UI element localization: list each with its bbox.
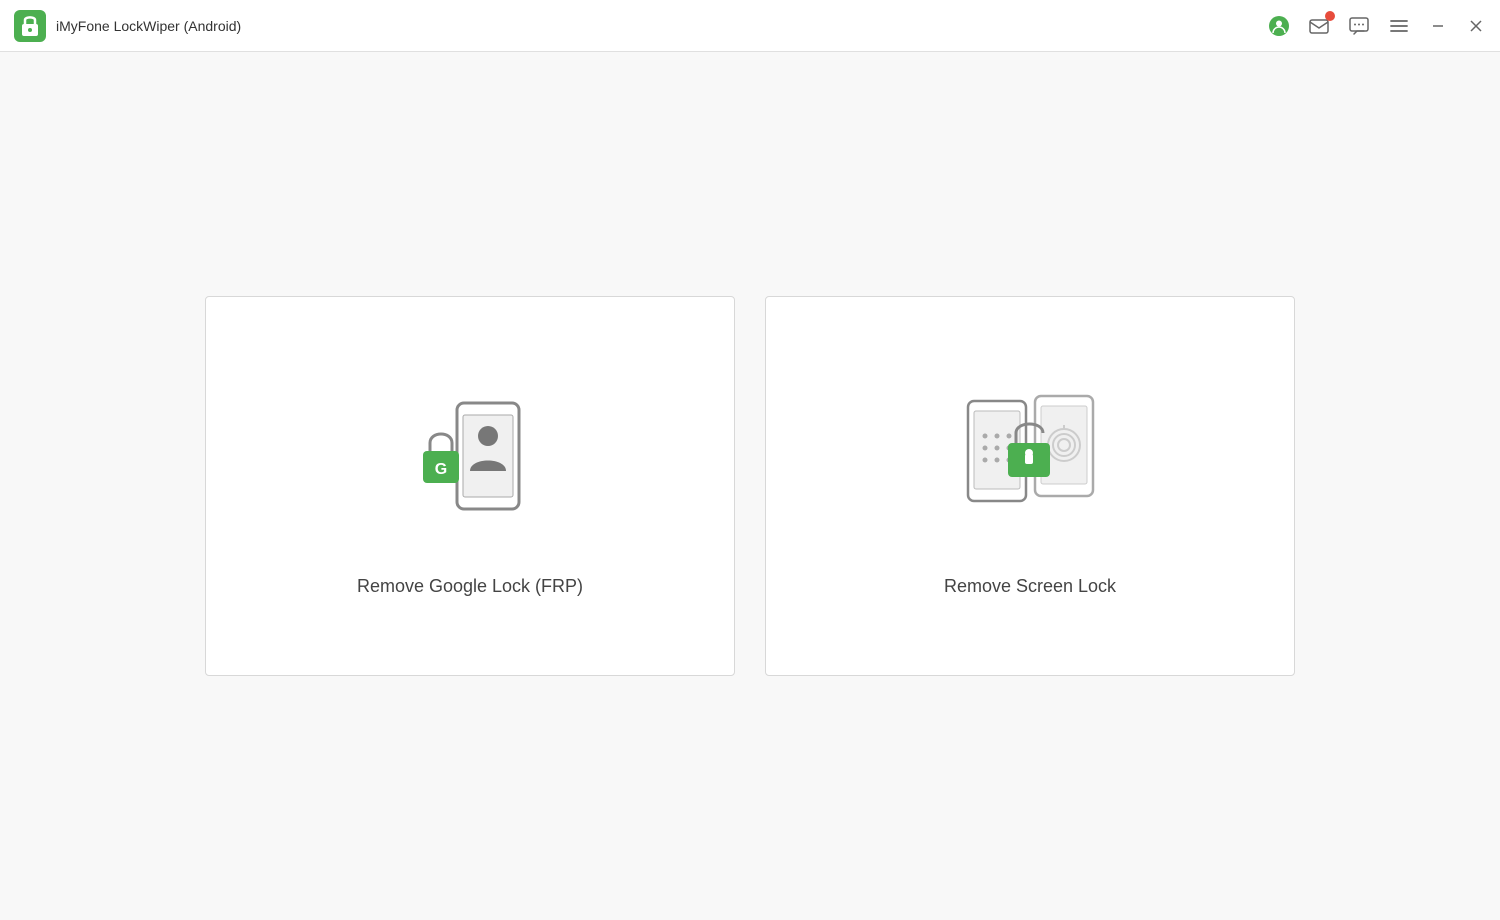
frp-card[interactable]: G Remove Google Lock (FRP) (205, 296, 735, 676)
menu-icon[interactable] (1388, 15, 1410, 37)
minimize-button[interactable] (1428, 16, 1448, 36)
screen-lock-card[interactable]: Remove Screen Lock (765, 296, 1295, 676)
app-logo-icon (14, 10, 46, 42)
mail-icon-wrapper[interactable] (1308, 15, 1330, 37)
cards-container: G Remove Google Lock (FRP) (205, 296, 1295, 676)
screen-lock-icon (950, 376, 1110, 536)
app-title: iMyFone LockWiper (Android) (56, 18, 241, 34)
titlebar-right (1268, 15, 1486, 37)
svg-text:G: G (435, 461, 447, 478)
chat-icon[interactable] (1348, 15, 1370, 37)
mail-badge (1325, 11, 1335, 21)
screen-lock-card-label: Remove Screen Lock (944, 576, 1116, 597)
frp-icon: G (390, 376, 550, 536)
profile-icon[interactable] (1268, 15, 1290, 37)
main-content: G Remove Google Lock (FRP) (0, 52, 1500, 920)
close-button[interactable] (1466, 16, 1486, 36)
frp-card-label: Remove Google Lock (FRP) (357, 576, 583, 597)
titlebar-left: iMyFone LockWiper (Android) (14, 10, 241, 42)
titlebar: iMyFone LockWiper (Android) (0, 0, 1500, 52)
